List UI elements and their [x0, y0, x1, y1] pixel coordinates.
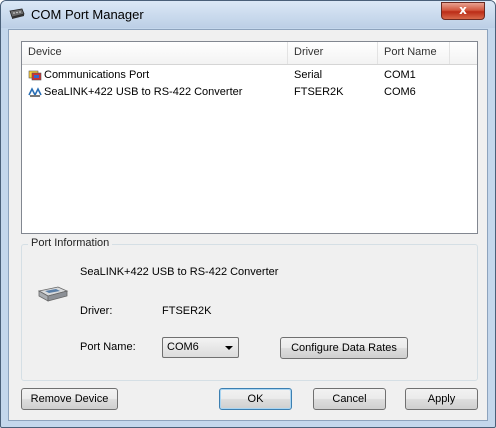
driver-value: FTSER2K	[162, 305, 212, 317]
driver-label: Driver:	[80, 305, 113, 317]
close-icon: x	[459, 3, 467, 17]
remove-device-button[interactable]: Remove Device	[21, 388, 118, 410]
configure-data-rates-button[interactable]: Configure Data Rates	[280, 337, 408, 359]
com-port-manager-window: COM Port Manager x Device Driver Port Na…	[0, 0, 496, 428]
device-row[interactable]: Communications Port Serial COM1	[22, 67, 477, 84]
com-port-icon	[28, 70, 42, 81]
selected-device-name: SeaLINK+422 USB to RS-422 Converter	[80, 266, 279, 278]
serial-device-icon	[37, 286, 69, 302]
driver-cell: Serial	[294, 69, 323, 81]
driver-cell: FTSER2K	[294, 86, 344, 98]
usb-serial-converter-icon	[28, 87, 42, 97]
apply-button[interactable]: Apply	[405, 388, 478, 410]
port-name-value: COM6	[167, 341, 199, 353]
device-list-header: Device Driver Port Name	[22, 42, 477, 65]
group-label: Port Information	[28, 237, 113, 249]
title-bar[interactable]: COM Port Manager x	[1, 1, 495, 28]
device-row[interactable]: SeaLINK+422 USB to RS-422 Converter FTSE…	[22, 84, 477, 101]
port-cell: COM1	[384, 69, 416, 81]
port-name-label: Port Name:	[80, 341, 136, 353]
port-information-group: Port Information SeaLINK+422 USB to RS-4…	[21, 237, 478, 381]
device-name-cell: SeaLINK+422 USB to RS-422 Converter	[44, 86, 243, 98]
column-header-driver[interactable]: Driver	[288, 42, 378, 64]
port-name-select[interactable]: COM6	[162, 337, 239, 358]
column-header-port-name[interactable]: Port Name	[378, 42, 450, 64]
cancel-button[interactable]: Cancel	[313, 388, 386, 410]
chevron-down-icon	[225, 346, 233, 350]
device-name-cell: Communications Port	[44, 69, 150, 81]
window-title: COM Port Manager	[31, 7, 144, 22]
device-list[interactable]: Device Driver Port Name Communications P…	[21, 41, 478, 234]
ok-button[interactable]: OK	[219, 388, 292, 410]
column-header-device[interactable]: Device	[22, 42, 288, 64]
dialog-body: Device Driver Port Name Communications P…	[8, 29, 488, 421]
port-cell: COM6	[384, 86, 416, 98]
close-button[interactable]: x	[441, 2, 485, 20]
serial-connector-icon	[9, 8, 25, 19]
